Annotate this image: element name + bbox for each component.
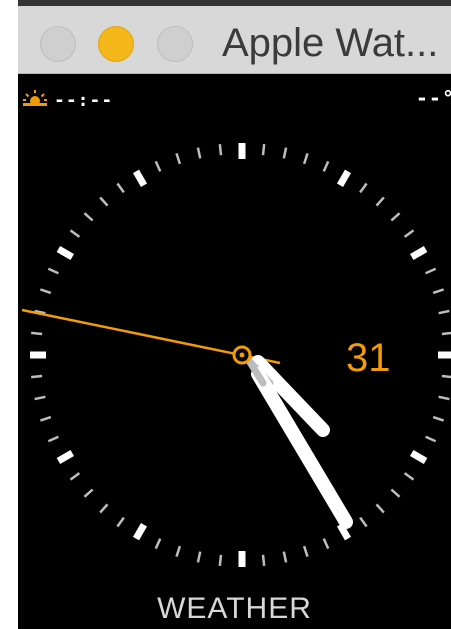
minute-tick <box>196 551 202 563</box>
minute-tick <box>322 160 330 172</box>
weather-label: WEATHER <box>157 592 312 625</box>
minute-tick <box>375 503 385 514</box>
minute-tick <box>196 147 202 159</box>
app-window: Apple Wat... --:-- --° 31 WEATHER <box>18 0 451 629</box>
minute-tick <box>432 288 445 295</box>
hour-tick <box>409 245 428 261</box>
minute-tick <box>322 538 330 550</box>
minute-tick <box>154 538 162 550</box>
hour-tick <box>132 169 148 188</box>
minute-tick <box>261 144 266 156</box>
minute-tick <box>438 395 450 401</box>
minute-tick <box>218 554 223 566</box>
minute-tick <box>390 488 401 498</box>
minute-tick <box>175 152 182 165</box>
hour-tick <box>132 522 148 541</box>
minute-tick <box>441 374 451 379</box>
minute-tick <box>69 472 81 481</box>
date-complication[interactable]: 31 <box>346 334 391 382</box>
minute-tick <box>34 395 46 401</box>
minute-tick <box>390 212 401 222</box>
minute-tick <box>432 415 445 422</box>
minute-tick <box>47 435 59 443</box>
minute-tick <box>218 144 223 156</box>
minute-tick <box>441 331 451 336</box>
minute-tick <box>282 147 288 159</box>
minute-tick <box>39 288 52 295</box>
minute-tick <box>359 182 368 194</box>
minute-tick <box>375 196 385 207</box>
close-button[interactable] <box>40 26 76 62</box>
minute-tick <box>403 472 415 481</box>
watch-screen[interactable]: --:-- --° 31 WEATHER <box>18 74 451 629</box>
title-bar[interactable]: Apple Wat... <box>18 0 451 74</box>
minute-tick <box>99 196 109 207</box>
minute-tick <box>438 309 450 315</box>
minute-tick <box>154 160 162 172</box>
minute-tick <box>116 182 125 194</box>
hour-tick <box>409 449 428 465</box>
minute-tick <box>425 435 437 443</box>
minute-tick <box>31 331 43 336</box>
minute-tick <box>99 503 109 514</box>
minute-tick <box>69 229 81 238</box>
minute-tick <box>359 516 368 528</box>
window-title: Apple Wat... <box>222 21 439 65</box>
minute-tick <box>83 488 94 498</box>
minute-tick <box>175 545 182 558</box>
zoom-button[interactable] <box>157 26 193 62</box>
minute-tick <box>282 551 288 563</box>
hour-tick <box>336 169 352 188</box>
minute-tick <box>116 516 125 528</box>
hour-tick <box>56 449 75 465</box>
minimize-button[interactable] <box>98 26 134 62</box>
minute-tick <box>302 545 309 558</box>
hour-tick <box>56 245 75 261</box>
minute-tick <box>83 212 94 222</box>
minute-tick <box>39 415 52 422</box>
minute-hand <box>251 367 353 529</box>
minute-tick <box>302 152 309 165</box>
minute-tick <box>403 229 415 238</box>
minute-tick <box>425 267 437 275</box>
minute-tick <box>47 267 59 275</box>
minute-tick <box>31 374 43 379</box>
minute-tick <box>261 554 266 566</box>
